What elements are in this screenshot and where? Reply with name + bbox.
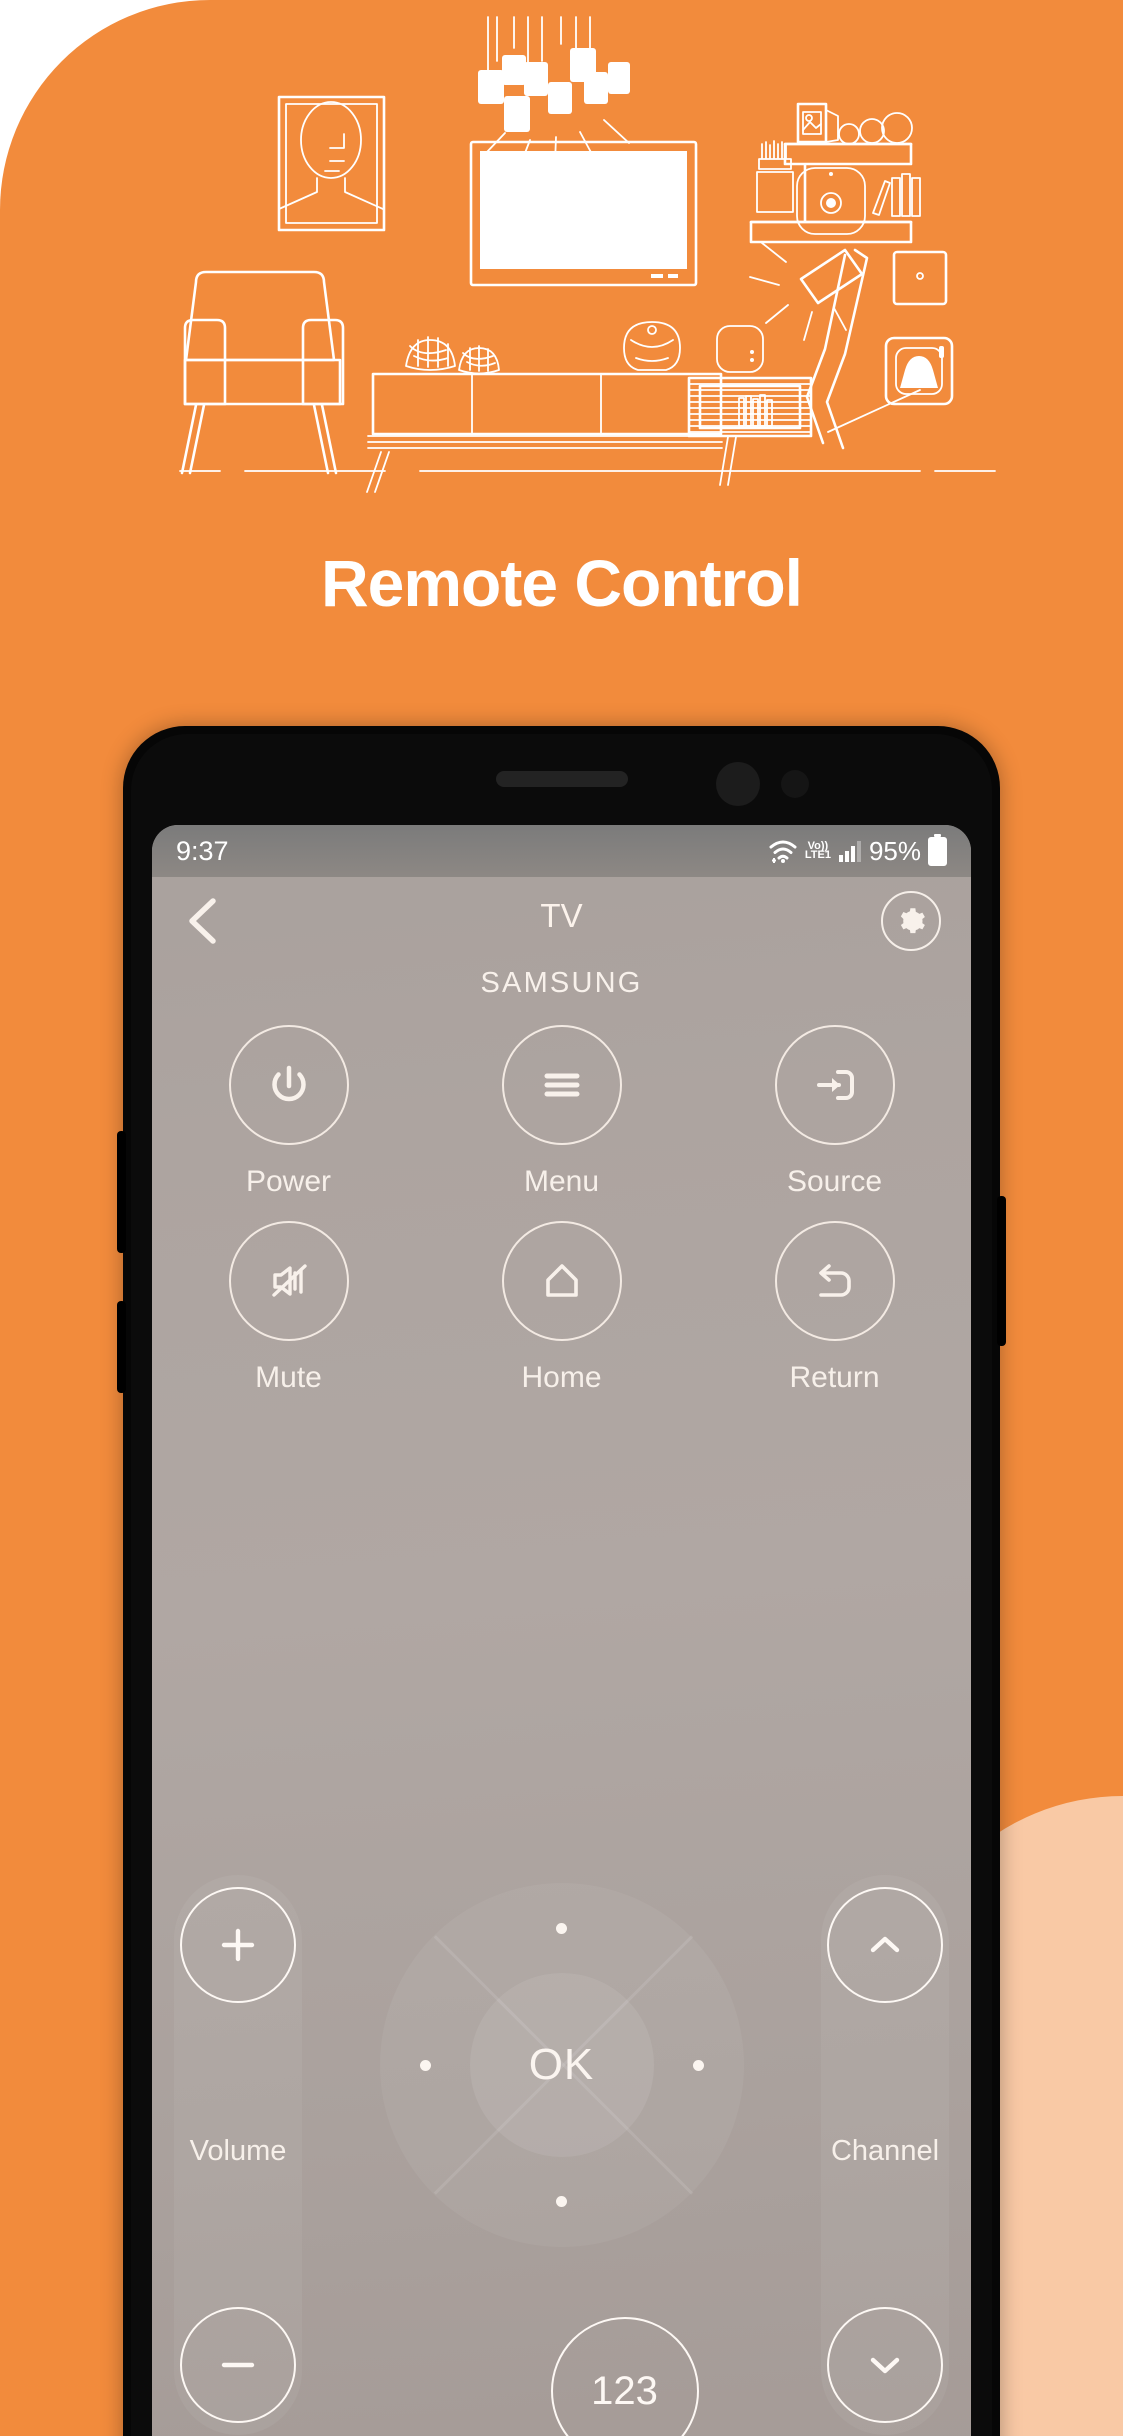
volume-pad: Volume — [174, 1875, 302, 2435]
button-label: Source — [786, 1165, 883, 1198]
phone-volume-button[interactable] — [117, 1131, 126, 1253]
front-camera — [716, 762, 760, 806]
dpad[interactable]: OK — [379, 1883, 744, 2247]
media-shelf-icon — [687, 376, 813, 486]
app-title: TV — [540, 897, 583, 934]
source-button[interactable]: Source — [745, 1025, 925, 1199]
volume-up-button[interactable] — [180, 1887, 296, 2003]
phone-mockup: 9:37 Vo)) LTE1 95% TV SAMSUNG Power Menu… — [117, 726, 1006, 2436]
armchair-icon — [180, 270, 345, 475]
return-arrow-icon — [808, 1254, 862, 1308]
hamburger-menu-icon — [535, 1058, 589, 1112]
dpad-right-button[interactable] — [692, 2059, 704, 2071]
wall-shelf-icon — [749, 102, 921, 244]
battery-icon — [928, 833, 947, 866]
app-bar: TV — [152, 877, 971, 965]
dpad-left-button[interactable] — [419, 2059, 431, 2071]
tv-icon — [469, 140, 698, 287]
phone-bixby-button[interactable] — [117, 1301, 126, 1393]
channel-pad: Channel — [821, 1875, 949, 2435]
numeric-keypad-label: 123 — [591, 2368, 658, 2413]
power-icon — [262, 1058, 316, 1112]
remote-row-1: Power Menu Source — [152, 1025, 971, 1199]
chevron-up-icon — [860, 1920, 910, 1970]
smart-hub-icon — [716, 325, 764, 373]
wall-switch-icon — [892, 250, 948, 306]
battery-percent: 95% — [868, 835, 921, 866]
navigation-pads: Volume OK Channel 123 — [152, 1865, 971, 2436]
earpiece-speaker — [495, 771, 628, 787]
menu-button[interactable]: Menu — [472, 1025, 652, 1199]
remote-button-grid: Power Menu Source Mute Home Return — [152, 1025, 971, 1417]
channel-down-button[interactable] — [827, 2307, 943, 2423]
phone-power-button[interactable] — [997, 1196, 1006, 1346]
channel-label: Channel — [830, 2135, 940, 2167]
button-label: Return — [789, 1361, 880, 1394]
device-brand: SAMSUNG — [480, 967, 643, 999]
power-button[interactable]: Power — [199, 1025, 379, 1199]
plus-icon — [213, 1920, 263, 1970]
volume-down-button[interactable] — [180, 2307, 296, 2423]
dpad-up-button[interactable] — [556, 1923, 567, 1934]
ok-label: OK — [528, 2040, 595, 2089]
mute-speaker-icon — [262, 1254, 316, 1308]
pendant-lamps-icon — [478, 16, 630, 167]
chevron-down-icon — [860, 2340, 910, 2390]
volume-label: Volume — [189, 2135, 287, 2167]
wifi-icon — [768, 838, 798, 864]
status-clock: 9:37 — [176, 835, 229, 866]
smart-speaker-icon — [623, 321, 681, 371]
smart-plug-icon — [884, 336, 954, 406]
remote-row-2: Mute Home Return — [152, 1221, 971, 1395]
home-icon — [535, 1254, 589, 1308]
proximity-sensor — [781, 770, 809, 798]
numeric-keypad-button[interactable]: 123 — [550, 2317, 699, 2436]
signal-bars-icon — [838, 839, 862, 863]
status-bar: 9:37 Vo)) LTE1 95% — [152, 825, 971, 877]
phone-bezel: 9:37 Vo)) LTE1 95% TV SAMSUNG Power Menu… — [131, 734, 992, 2436]
framed-portrait-icon — [277, 95, 386, 232]
return-button[interactable]: Return — [745, 1221, 925, 1395]
settings-button[interactable] — [881, 891, 941, 951]
dpad-down-button[interactable] — [556, 2196, 567, 2207]
button-label: Mute — [255, 1361, 322, 1394]
ok-button[interactable]: OK — [469, 1973, 654, 2157]
volte-indicator: Vo)) LTE1 — [804, 840, 831, 861]
button-label: Power — [245, 1165, 332, 1198]
button-label: Home — [521, 1361, 602, 1394]
gear-icon — [896, 906, 926, 936]
minus-icon — [213, 2340, 263, 2390]
home-button[interactable]: Home — [472, 1221, 652, 1395]
mute-button[interactable]: Mute — [199, 1221, 379, 1395]
console-table-icon — [366, 336, 723, 493]
phone-screen: 9:37 Vo)) LTE1 95% TV SAMSUNG Power Menu… — [152, 825, 971, 2436]
source-input-icon — [808, 1058, 862, 1112]
page-title: Remote Control — [321, 546, 803, 620]
screenshot-root: Remote Control 9:37 Vo)) LTE1 95% TV SAM… — [0, 0, 1123, 2436]
button-label: Menu — [523, 1165, 600, 1198]
living-room-illustration — [0, 0, 1123, 500]
channel-up-button[interactable] — [827, 1887, 943, 2003]
